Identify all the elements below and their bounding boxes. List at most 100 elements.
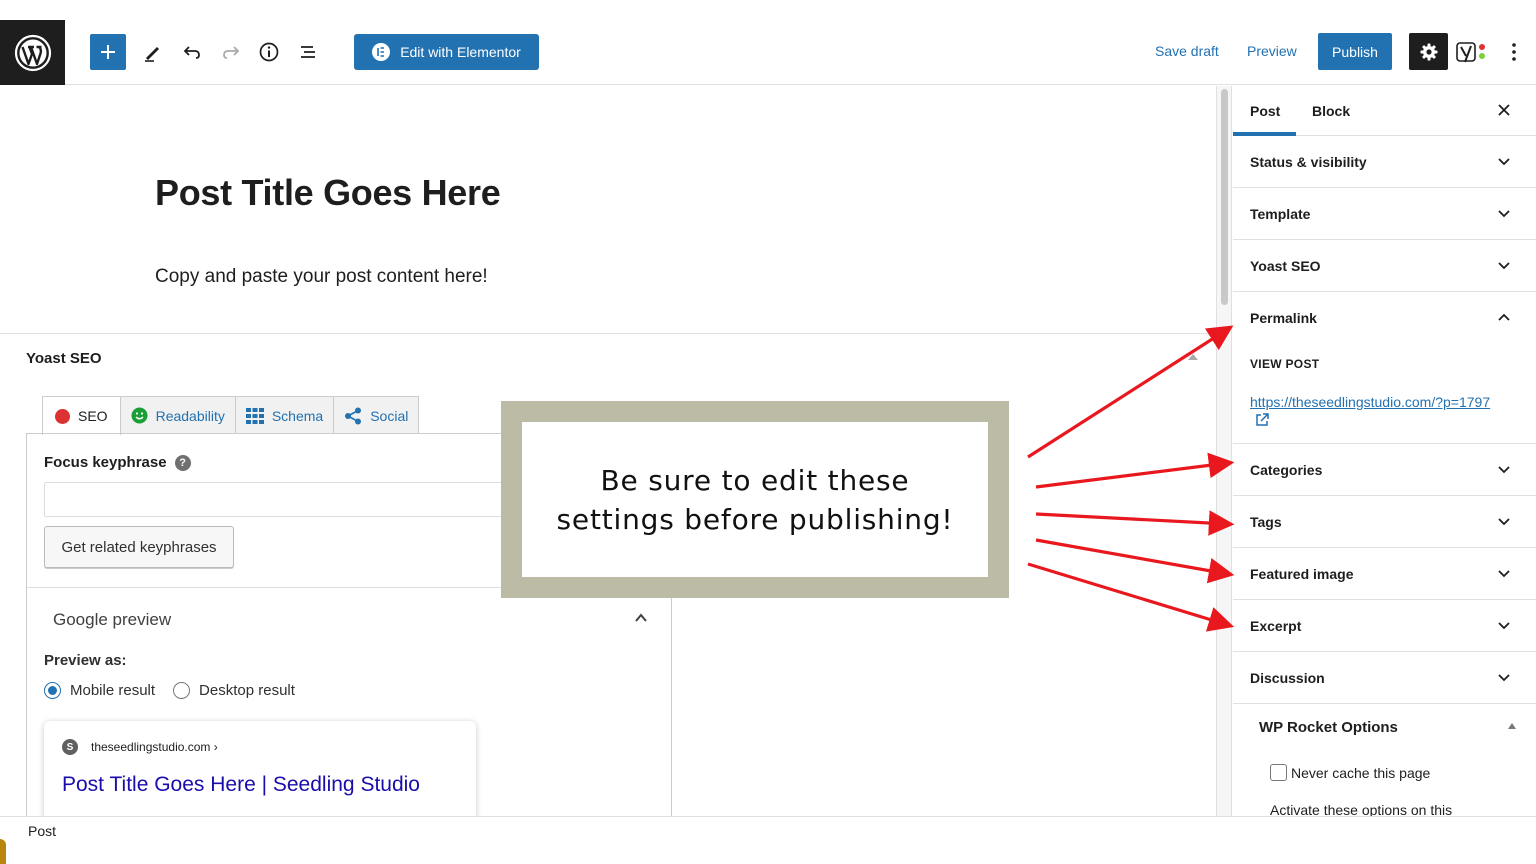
serp-title[interactable]: Post Title Goes Here | Seedling Studio xyxy=(62,773,420,797)
wordpress-logo-icon[interactable] xyxy=(0,20,65,85)
yoast-logo-icon xyxy=(1456,42,1485,63)
external-link-icon[interactable] xyxy=(1254,412,1270,428)
tab-readability[interactable]: Readability xyxy=(119,396,236,434)
preview-as-label: Preview as: xyxy=(44,652,127,669)
plus-icon xyxy=(101,45,115,59)
elementor-logo-icon xyxy=(372,43,391,61)
tab-post[interactable]: Post xyxy=(1250,103,1280,119)
tab-block[interactable]: Block xyxy=(1312,103,1350,119)
more-options-button[interactable] xyxy=(1502,37,1526,67)
share-icon xyxy=(345,407,362,424)
callout-box: Be sure to edit these settings before pu… xyxy=(522,422,988,577)
save-draft-button[interactable]: Save draft xyxy=(1155,43,1219,59)
panel-status-visibility[interactable]: Status & visibility xyxy=(1233,136,1536,188)
list-view-icon xyxy=(301,46,315,58)
list-view-button[interactable] xyxy=(293,37,323,67)
chevron-down-icon xyxy=(1498,158,1510,166)
google-serp-preview: S theseedlingstudio.com › Post Title Goe… xyxy=(44,721,476,831)
smiley-icon xyxy=(131,407,148,424)
post-content-paragraph[interactable]: Copy and paste your post content here! xyxy=(155,266,488,288)
get-related-keyphrases-button[interactable]: Get related keyphrases xyxy=(44,526,234,568)
collapse-triangle-icon[interactable] xyxy=(1507,722,1517,730)
permalink-heading[interactable]: Permalink xyxy=(1250,310,1317,326)
chevron-down-icon xyxy=(1498,466,1510,474)
breadcrumb-post[interactable]: Post xyxy=(28,823,56,839)
panel-permalink: Permalink VIEW POST https://theseedlings… xyxy=(1233,292,1536,444)
top-toolbar: Edit with Elementor Save draft Preview P… xyxy=(0,0,1536,85)
close-icon[interactable] xyxy=(1496,102,1512,118)
preview-mode-radios: Mobile result Desktop result xyxy=(44,682,295,699)
tab-schema[interactable]: Schema xyxy=(234,396,335,434)
tab-seo[interactable]: SEO xyxy=(42,396,121,435)
post-title[interactable]: Post Title Goes Here xyxy=(155,172,501,214)
chevron-down-icon xyxy=(1498,674,1510,682)
permalink-link[interactable]: https://theseedlingstudio.com/?p=1797 xyxy=(1250,394,1490,410)
chevron-up-icon[interactable] xyxy=(633,611,649,625)
panel-featured-image[interactable]: Featured image xyxy=(1233,548,1536,600)
chevron-down-icon xyxy=(1498,518,1510,526)
focus-keyphrase-label: Focus keyphrase ? xyxy=(44,454,191,471)
chevron-up-icon[interactable] xyxy=(1497,312,1511,322)
settings-button[interactable] xyxy=(1409,33,1448,70)
editor-scrollbar[interactable] xyxy=(1216,86,1232,816)
chevron-down-icon xyxy=(1498,210,1510,218)
tab-seo-label: SEO xyxy=(78,408,108,424)
callout-text: Be sure to edit these settings before pu… xyxy=(557,461,954,539)
elementor-button-label: Edit with Elementor xyxy=(400,44,521,60)
chevron-down-icon xyxy=(1498,262,1510,270)
sidebar-tabs: Post Block xyxy=(1233,86,1536,136)
pencil-icon xyxy=(145,47,159,62)
never-cache-label[interactable]: Never cache this page xyxy=(1291,765,1430,781)
tab-schema-label: Schema xyxy=(271,407,324,424)
site-favicon-icon: S xyxy=(62,739,78,755)
mobile-result-radio[interactable] xyxy=(44,682,61,699)
panel-template[interactable]: Template xyxy=(1233,188,1536,240)
panel-yoast-seo[interactable]: Yoast SEO xyxy=(1233,240,1536,292)
callout-line-1: Be sure to edit these xyxy=(600,463,910,497)
block-breadcrumb-bar: Post xyxy=(0,816,1536,864)
chevron-down-icon xyxy=(1498,570,1510,578)
tools-button[interactable] xyxy=(138,37,168,67)
editor-canvas: Post Title Goes Here Copy and paste your… xyxy=(0,86,1216,334)
redo-button[interactable] xyxy=(216,37,246,67)
yoast-metabox-heading: Yoast SEO xyxy=(26,350,102,367)
panel-categories[interactable]: Categories xyxy=(1233,444,1536,496)
serp-url: theseedlingstudio.com › xyxy=(91,740,218,754)
yoast-tabs: SEO Readability Schema Social xyxy=(42,396,420,435)
panel-tags[interactable]: Tags xyxy=(1233,496,1536,548)
google-preview-heading[interactable]: Google preview xyxy=(53,610,171,630)
scrollbar-thumb[interactable] xyxy=(1221,89,1228,305)
panel-discussion[interactable]: Discussion xyxy=(1233,652,1536,704)
undo-icon xyxy=(183,46,200,59)
info-icon xyxy=(259,42,279,62)
publish-button[interactable]: Publish xyxy=(1318,33,1392,70)
red-dot-icon xyxy=(55,408,70,424)
settings-sidebar: Post Block Status & visibility Template … xyxy=(1233,86,1536,818)
annotation-callout: Be sure to edit these settings before pu… xyxy=(501,401,1009,598)
yoast-seo-button[interactable] xyxy=(1455,37,1491,67)
help-icon[interactable]: ? xyxy=(174,454,191,471)
callout-line-2: settings before publishing! xyxy=(556,502,954,536)
details-button[interactable] xyxy=(254,37,284,67)
preview-button[interactable]: Preview xyxy=(1247,43,1297,59)
never-cache-option[interactable]: Never cache this page xyxy=(1270,764,1430,781)
edit-with-elementor-button[interactable]: Edit with Elementor xyxy=(354,34,539,70)
undo-button[interactable] xyxy=(177,37,207,67)
grid-icon xyxy=(245,407,264,424)
chevron-down-icon xyxy=(1498,622,1510,630)
tab-social[interactable]: Social xyxy=(333,396,420,434)
collapse-triangle-icon[interactable] xyxy=(1187,352,1199,362)
focus-keyphrase-input[interactable] xyxy=(44,482,524,517)
desktop-result-label[interactable]: Desktop result xyxy=(199,682,295,699)
add-block-button[interactable] xyxy=(90,34,126,70)
tab-readability-label: Readability xyxy=(155,407,225,424)
corner-decoration xyxy=(0,839,6,864)
view-post-label: VIEW POST xyxy=(1250,357,1320,371)
redo-icon xyxy=(223,46,240,59)
gear-icon xyxy=(1420,43,1437,60)
wp-rocket-heading[interactable]: WP Rocket Options xyxy=(1259,719,1398,736)
mobile-result-label[interactable]: Mobile result xyxy=(70,682,155,699)
never-cache-checkbox[interactable] xyxy=(1270,764,1287,781)
desktop-result-radio[interactable] xyxy=(173,682,191,699)
panel-excerpt[interactable]: Excerpt xyxy=(1233,600,1536,652)
